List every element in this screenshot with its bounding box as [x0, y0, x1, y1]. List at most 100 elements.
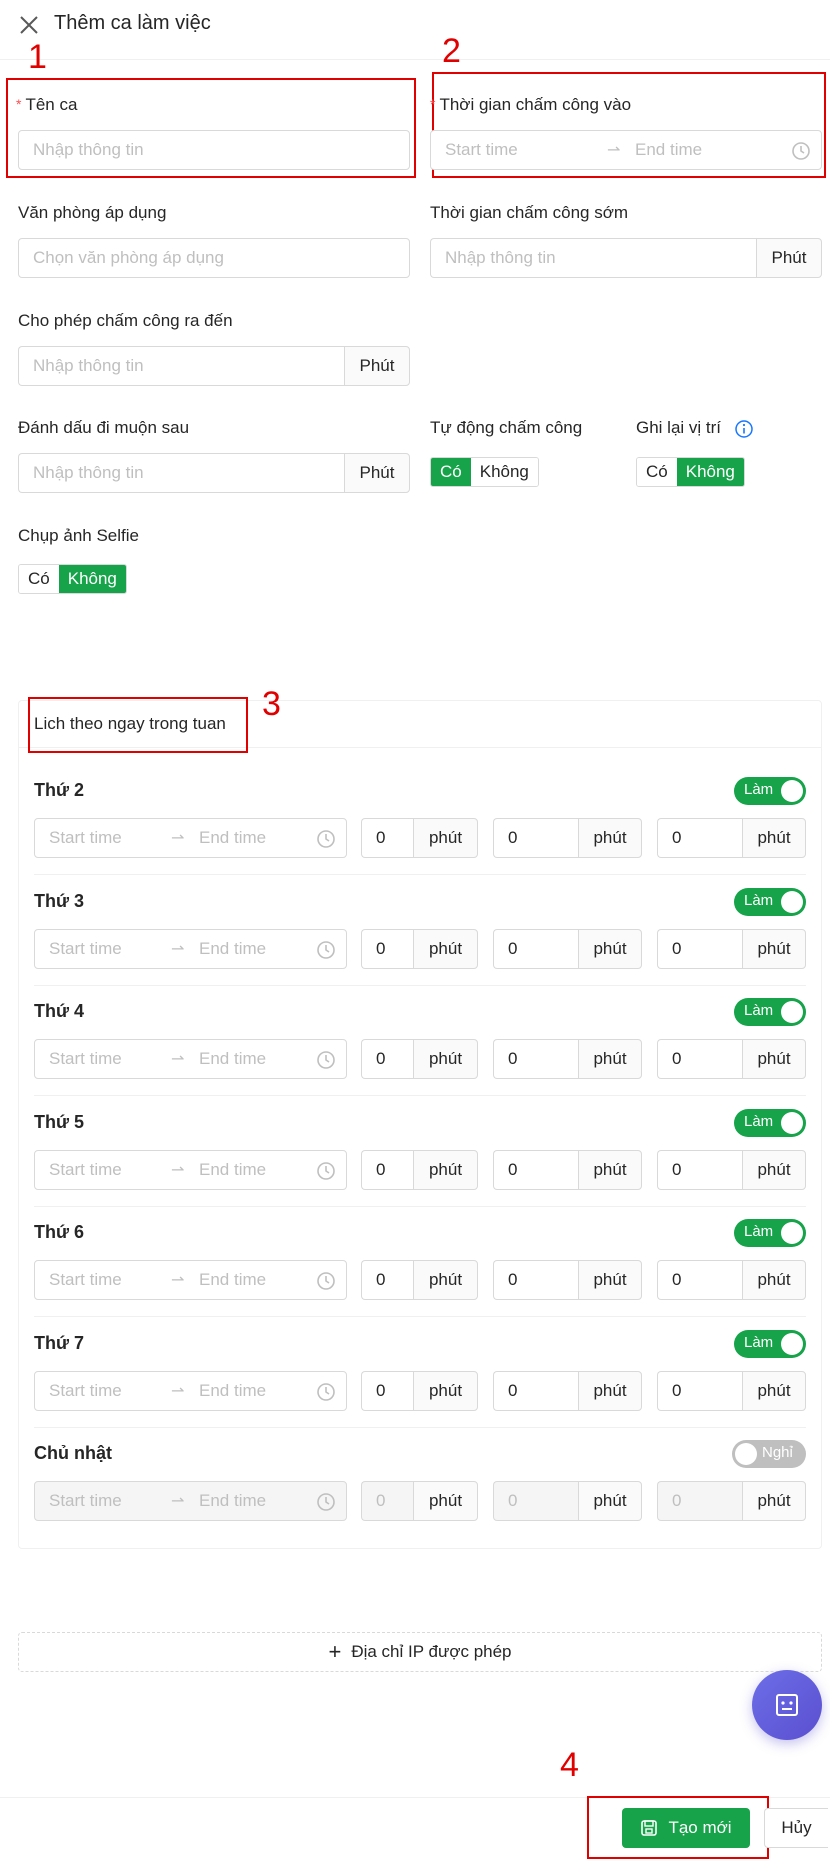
arrow-right-icon: ⇀: [171, 1383, 185, 1400]
toggle-knob: [781, 1222, 803, 1244]
plus-icon: +: [328, 1639, 342, 1664]
minutes-unit: phút: [578, 1371, 642, 1411]
range-start-placeholder[interactable]: Start time: [49, 1491, 122, 1511]
arrow-right-icon: ⇀: [171, 1272, 185, 1289]
day-status-label: Làm: [744, 1113, 774, 1130]
info-icon[interactable]: [734, 419, 754, 439]
minutes-input[interactable]: 0: [657, 1481, 742, 1521]
day-time-range[interactable]: Start time ⇀ End time: [34, 1371, 347, 1411]
minutes-unit: phút: [578, 1481, 642, 1521]
cancel-button[interactable]: Hủy: [764, 1808, 828, 1848]
minutes-input[interactable]: 0: [493, 1371, 578, 1411]
minutes-unit: phút: [578, 1039, 642, 1079]
range-end-placeholder[interactable]: End time: [635, 140, 702, 160]
day-status-toggle[interactable]: Nghỉ: [732, 1440, 806, 1468]
range-start-placeholder[interactable]: Start time: [445, 140, 518, 160]
minutes-input[interactable]: 0: [657, 1039, 742, 1079]
shift-name-input[interactable]: Nhập thông tin: [18, 130, 410, 170]
range-end-placeholder[interactable]: End time: [199, 1049, 266, 1069]
minutes-value: 0: [672, 1160, 682, 1179]
selfie-option-no[interactable]: Không: [58, 565, 126, 593]
create-button[interactable]: Tạo mới: [622, 1808, 750, 1848]
auto-checkin-option-no[interactable]: Không: [470, 458, 538, 486]
day-status-toggle[interactable]: Làm: [734, 777, 806, 805]
day-label: Thứ 2: [34, 780, 85, 800]
add-ip-button[interactable]: + Địa chỉ IP được phép: [18, 1632, 822, 1672]
range-start-placeholder[interactable]: Start time: [49, 828, 122, 848]
auto-checkin-toggle[interactable]: Có Không: [430, 457, 539, 487]
toggle-knob: [781, 1112, 803, 1134]
assistant-fab[interactable]: [752, 1670, 822, 1740]
minutes-input[interactable]: 0: [361, 1150, 413, 1190]
range-end-placeholder[interactable]: End time: [199, 828, 266, 848]
selfie-toggle[interactable]: Có Không: [18, 564, 127, 594]
record-location-option-yes[interactable]: Có: [637, 458, 677, 486]
minutes-input[interactable]: 0: [493, 1150, 578, 1190]
late-mark-input[interactable]: Nhập thông tin: [18, 453, 344, 493]
minutes-unit: phút: [578, 929, 642, 969]
range-end-placeholder[interactable]: End time: [199, 1270, 266, 1290]
minutes-input[interactable]: 0: [361, 818, 413, 858]
minutes-input[interactable]: 0: [361, 929, 413, 969]
day-status-toggle[interactable]: Làm: [734, 1330, 806, 1358]
minutes-input[interactable]: 0: [361, 1481, 413, 1521]
minutes-value: 0: [508, 1049, 518, 1068]
range-start-placeholder[interactable]: Start time: [49, 1160, 122, 1180]
clock-icon: [317, 1051, 335, 1069]
day-status-toggle[interactable]: Làm: [734, 1219, 806, 1247]
day-label: Thứ 4: [34, 1001, 85, 1021]
minutes-input[interactable]: 0: [493, 818, 578, 858]
day-time-range[interactable]: Start time ⇀ End time: [34, 929, 347, 969]
checkin-time-range[interactable]: Start time ⇀ End time: [430, 130, 822, 170]
range-end-placeholder[interactable]: End time: [199, 1160, 266, 1180]
arrow-right-icon: ⇀: [171, 1162, 185, 1179]
late-mark-unit: Phút: [344, 453, 410, 493]
minutes-value: 0: [672, 828, 682, 847]
minutes-input[interactable]: 0: [493, 1481, 578, 1521]
arrow-right-icon: ⇀: [607, 142, 621, 159]
shift-name-placeholder: Nhập thông tin: [33, 140, 144, 159]
minutes-input[interactable]: 0: [361, 1039, 413, 1079]
day-status-toggle[interactable]: Làm: [734, 1109, 806, 1137]
range-end-placeholder[interactable]: End time: [199, 939, 266, 959]
minutes-input[interactable]: 0: [361, 1260, 413, 1300]
day-divider: [34, 1095, 806, 1096]
minutes-unit: phút: [742, 1481, 806, 1521]
range-start-placeholder[interactable]: Start time: [49, 939, 122, 959]
allow-checkout-input[interactable]: Nhập thông tin: [18, 346, 344, 386]
day-status-toggle[interactable]: Làm: [734, 998, 806, 1026]
early-checkin-input[interactable]: Nhập thông tin: [430, 238, 756, 278]
auto-checkin-option-yes[interactable]: Có: [431, 458, 471, 486]
minutes-input[interactable]: 0: [657, 1260, 742, 1300]
day-status-label: Làm: [744, 892, 774, 909]
range-start-placeholder[interactable]: Start time: [49, 1381, 122, 1401]
day-time-range[interactable]: Start time ⇀ End time: [34, 1481, 347, 1521]
range-end-placeholder[interactable]: End time: [199, 1381, 266, 1401]
record-location-toggle[interactable]: Có Không: [636, 457, 745, 487]
minutes-unit: phút: [742, 1260, 806, 1300]
range-start-placeholder[interactable]: Start time: [49, 1049, 122, 1069]
minutes-input[interactable]: 0: [493, 1260, 578, 1300]
range-end-placeholder[interactable]: End time: [199, 1491, 266, 1511]
late-mark-label: Đánh dấu đi muộn sau: [18, 418, 190, 437]
day-time-range[interactable]: Start time ⇀ End time: [34, 1260, 347, 1300]
range-start-placeholder[interactable]: Start time: [49, 1270, 122, 1290]
close-icon[interactable]: [18, 14, 40, 36]
day-time-range[interactable]: Start time ⇀ End time: [34, 1150, 347, 1190]
minutes-input[interactable]: 0: [493, 1039, 578, 1079]
day-time-range[interactable]: Start time ⇀ End time: [34, 1039, 347, 1079]
day-status-toggle[interactable]: Làm: [734, 888, 806, 916]
minutes-input[interactable]: 0: [361, 1371, 413, 1411]
day-status-label: Làm: [744, 1002, 774, 1019]
office-select[interactable]: Chọn văn phòng áp dụng: [18, 238, 410, 278]
minutes-input[interactable]: 0: [657, 1150, 742, 1190]
minutes-input[interactable]: 0: [493, 929, 578, 969]
auto-checkin-label: Tự động chấm công: [430, 418, 583, 437]
record-location-option-no[interactable]: Không: [676, 458, 744, 486]
minutes-input[interactable]: 0: [657, 929, 742, 969]
minutes-input[interactable]: 0: [657, 1371, 742, 1411]
minutes-input[interactable]: 0: [657, 818, 742, 858]
arrow-right-icon: ⇀: [171, 1493, 185, 1510]
selfie-option-yes[interactable]: Có: [19, 565, 59, 593]
day-time-range[interactable]: Start time ⇀ End time: [34, 818, 347, 858]
